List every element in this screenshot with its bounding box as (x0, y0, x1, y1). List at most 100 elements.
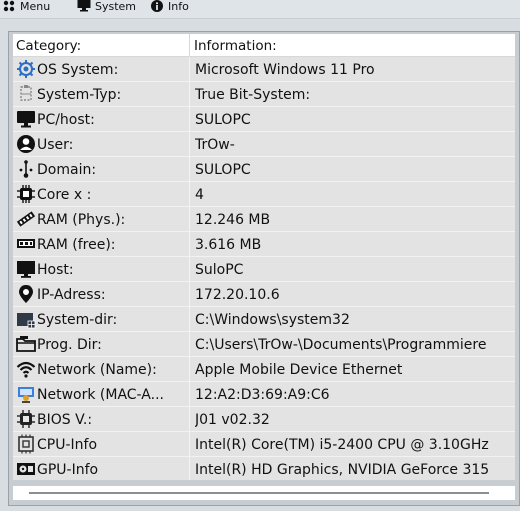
table-row[interactable]: IP-Adress: 172.20.10.6 (13, 282, 515, 307)
category-label: OS System: (37, 62, 119, 78)
toolbar: Menu System Info (0, 0, 520, 19)
table-row[interactable]: Host: SuloPC (13, 257, 515, 282)
information-value: J01 v02.32 (195, 412, 270, 428)
table-row[interactable]: System-dir: C:\Windows\system32 (13, 307, 515, 332)
system-label: System (95, 0, 137, 13)
system-button[interactable]: System (77, 0, 137, 13)
category-label: CPU-Info (37, 437, 98, 453)
information-value: True Bit-System: (195, 87, 311, 103)
category-cell: PC/host: (13, 107, 190, 131)
category-label: Network (MAC-A... (37, 387, 164, 403)
category-label: BIOS V.: (37, 412, 93, 428)
information-value: 4 (195, 187, 204, 203)
information-value: 12.246 MB (195, 212, 271, 228)
information-value: C:\Users\TrOw-\Documents\Programmiere (195, 337, 487, 353)
information-value: 12:A2:D3:69:A9:C6 (195, 387, 330, 403)
system-dir-icon (17, 313, 36, 329)
information-value: SULOPC (195, 162, 251, 178)
category-label: PC/host: (37, 112, 95, 128)
list-rows: OS System: Microsoft Windows 11 Pro System… (13, 57, 515, 480)
category-cell: IP-Adress: (13, 282, 190, 306)
information-value: Apple Mobile Device Ethernet (195, 362, 403, 378)
info-icon (151, 0, 163, 12)
category-cell: User: (13, 132, 190, 156)
category-cell: Network (MAC-A... (13, 382, 190, 406)
table-row[interactable]: Network (Name): Apple Mobile Device Ether… (13, 357, 515, 382)
ram-icon (16, 211, 36, 227)
category-cell: Network (Name): (13, 357, 190, 381)
category-cell: System-dir: (13, 307, 190, 331)
info-label: Info (168, 0, 189, 13)
category-label: Network (Name): (37, 362, 157, 378)
table-row[interactable]: Prog. Dir: C:\Users\TrOw-\Documents\Progr… (13, 332, 515, 357)
category-label: Domain: (37, 162, 97, 178)
category-label: IP-Adress: (37, 287, 106, 303)
folder-icon (16, 336, 36, 352)
information-value: Intel(R) Core(TM) i5-2400 CPU @ 3.10GHz (195, 437, 489, 453)
table-row[interactable]: Network (MAC-A... 12:A2:D3:69:A9:C6 (13, 382, 515, 407)
table-row[interactable]: Core x : 4 (13, 182, 515, 207)
category-label: RAM (free): (37, 237, 116, 253)
table-row[interactable]: PC/host: SULOPC (13, 107, 515, 132)
category-cell: RAM (Phys.): (13, 207, 190, 231)
table-row[interactable]: BIOS V.: J01 v02.32 (13, 407, 515, 432)
horizontal-scrollbar[interactable] (13, 486, 515, 500)
cpu-chip-icon (17, 185, 35, 203)
system-type-icon (20, 85, 32, 101)
information-value: 172.20.10.6 (195, 287, 280, 303)
wifi-icon (16, 361, 36, 378)
category-label: System-dir: (37, 312, 118, 328)
info-panel: Category: Information: OS System: Microso… (8, 31, 520, 506)
information-value: 3.616 MB (195, 237, 262, 253)
table-row[interactable]: RAM (free): 3.616 MB (13, 232, 515, 257)
table-row[interactable]: RAM (Phys.): 12.246 MB (13, 207, 515, 232)
category-label: User: (37, 137, 74, 153)
category-cell: System-Typ: (13, 82, 190, 106)
information-value: Microsoft Windows 11 Pro (195, 62, 375, 78)
menu-icon (3, 0, 15, 12)
cpu-icon (18, 434, 34, 454)
category-cell: RAM (free): (13, 232, 190, 256)
table-row[interactable]: CPU-Info Intel(R) Core(TM) i5-2400 CPU @ … (13, 432, 515, 457)
gpu-icon (17, 463, 35, 475)
os-system-icon (17, 60, 35, 78)
category-label: RAM (Phys.): (37, 212, 126, 228)
host-monitor-icon (17, 261, 35, 278)
category-label: GPU-Info (37, 462, 99, 478)
category-cell: OS System: (13, 57, 190, 81)
monitor-icon (77, 0, 91, 12)
category-cell: Domain: (13, 157, 190, 181)
category-cell: Host: (13, 257, 190, 281)
category-label: Core x : (37, 187, 92, 203)
list-header: Category: Information: (13, 34, 515, 57)
scrollbar-thumb[interactable] (29, 492, 489, 494)
category-cell: CPU-Info (13, 432, 190, 456)
category-cell: BIOS V.: (13, 407, 190, 431)
table-row[interactable]: Domain: SULOPC (13, 157, 515, 182)
network-icon (18, 387, 34, 403)
table-row[interactable]: GPU-Info Intel(R) HD Graphics, NVIDIA GeF… (13, 457, 515, 480)
ram-free-icon (17, 239, 35, 248)
column-header-information[interactable]: Information: (191, 34, 515, 56)
information-value: C:\Windows\system32 (195, 312, 350, 328)
user-icon (17, 135, 35, 153)
information-value: TrOw- (195, 137, 235, 153)
information-value: SULOPC (195, 112, 251, 128)
table-row[interactable]: OS System: Microsoft Windows 11 Pro (13, 57, 515, 82)
table-row[interactable]: System-Typ: True Bit-System: (13, 82, 515, 107)
category-cell: Core x : (13, 182, 190, 206)
table-row[interactable]: User: TrOw- (13, 132, 515, 157)
information-value: Intel(R) HD Graphics, NVIDIA GeForce 315 (195, 462, 490, 478)
monitor-icon (17, 111, 35, 128)
category-cell: Prog. Dir: (13, 332, 190, 356)
menu-button[interactable]: Menu (2, 0, 50, 13)
system-info-list[interactable]: Category: Information: OS System: Microso… (13, 34, 515, 480)
category-cell: GPU-Info (13, 457, 190, 480)
info-button[interactable]: Info (150, 0, 189, 13)
bios-chip-icon (17, 410, 35, 428)
category-label: System-Typ: (37, 87, 122, 103)
column-header-category[interactable]: Category: (13, 34, 190, 56)
location-pin-icon (19, 285, 33, 303)
category-label: Prog. Dir: (37, 337, 102, 353)
domain-icon (19, 160, 33, 178)
